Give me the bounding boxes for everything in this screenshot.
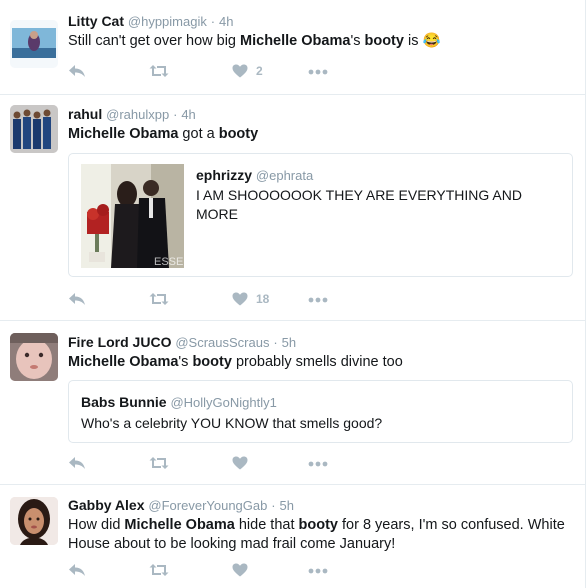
separator-dot: · bbox=[173, 107, 178, 122]
tweet-text: Michelle Obama's booty probably smells d… bbox=[68, 353, 573, 372]
more-icon bbox=[308, 461, 328, 467]
quoted-tweet-text: Who's a celebrity YOU KNOW that smells g… bbox=[81, 415, 383, 431]
timestamp[interactable]: 4h bbox=[219, 14, 233, 29]
quoted-username[interactable]: @ephrata bbox=[256, 168, 313, 183]
avatar[interactable] bbox=[10, 20, 58, 68]
tweet-header: Gabby Alex @ForeverYoungGab · 5h bbox=[68, 496, 573, 514]
text-segment: 's bbox=[350, 33, 365, 49]
quoted-tweet[interactable]: ESSE ephrizzy @ephrata I AM SHOOOOOOK TH… bbox=[68, 153, 573, 277]
quoted-tweet-header: Babs Bunnie @HollyGoNightly1 bbox=[81, 393, 562, 411]
tweet-header: Fire Lord JUCO @ScrausScraus · 5h bbox=[68, 333, 573, 351]
highlight-term: Michelle Obama bbox=[124, 517, 235, 533]
like-button[interactable] bbox=[232, 563, 256, 577]
tweet-feed: Litty Cat @hyppimagik · 4h Still can't g… bbox=[0, 0, 586, 588]
quoted-display-name[interactable]: Babs Bunnie bbox=[81, 394, 167, 410]
quoted-tweet-header: ephrizzy @ephrata bbox=[196, 166, 562, 184]
retweet-button[interactable] bbox=[149, 64, 169, 78]
highlight-term: booty bbox=[192, 354, 232, 370]
display-name[interactable]: Fire Lord JUCO bbox=[68, 334, 171, 350]
like-button[interactable]: 18 bbox=[232, 292, 269, 306]
tweet[interactable]: Litty Cat @hyppimagik · 4h Still can't g… bbox=[0, 0, 585, 95]
like-count: 18 bbox=[256, 292, 270, 306]
highlight-term: booty bbox=[218, 126, 259, 142]
quoted-username[interactable]: @HollyGoNightly1 bbox=[170, 395, 276, 410]
reply-icon bbox=[69, 457, 85, 469]
laughing-emoji: 😂 bbox=[422, 33, 441, 49]
more-button[interactable] bbox=[308, 461, 328, 467]
reply-icon bbox=[69, 293, 85, 305]
avatar[interactable] bbox=[10, 105, 58, 153]
retweet-icon bbox=[149, 293, 169, 305]
text-segment: hide that bbox=[234, 517, 299, 533]
username[interactable]: @ScrausScraus bbox=[175, 335, 269, 350]
heart-icon bbox=[232, 456, 248, 470]
timestamp[interactable]: 5h bbox=[282, 335, 296, 350]
quoted-display-name[interactable]: ephrizzy bbox=[196, 167, 252, 183]
retweet-icon bbox=[149, 564, 169, 576]
heart-icon bbox=[232, 563, 248, 577]
tweet[interactable]: rahul @rahulxpp · 4h Michelle Obama got … bbox=[0, 95, 585, 321]
like-button[interactable] bbox=[232, 456, 256, 470]
more-button[interactable] bbox=[308, 568, 328, 574]
separator-dot: · bbox=[271, 498, 276, 513]
tweet-text: Michelle Obama got a booty bbox=[68, 125, 573, 144]
more-icon bbox=[308, 297, 328, 303]
heart-icon bbox=[232, 64, 248, 78]
retweet-button[interactable] bbox=[149, 456, 169, 470]
display-name[interactable]: Gabby Alex bbox=[68, 497, 145, 513]
text-segment: How did bbox=[68, 517, 125, 533]
tweet-text: Still can't get over how big Michelle Ob… bbox=[68, 32, 573, 51]
more-button[interactable] bbox=[308, 69, 328, 75]
avatar[interactable] bbox=[10, 497, 58, 545]
text-segment: probably smells divine too bbox=[231, 354, 403, 370]
like-count: 2 bbox=[256, 64, 263, 78]
display-name[interactable]: Litty Cat bbox=[68, 13, 124, 29]
reply-button[interactable] bbox=[68, 64, 86, 78]
timestamp[interactable]: 4h bbox=[181, 107, 195, 122]
text-segment: 's bbox=[178, 354, 193, 370]
highlight-term: Michelle Obama bbox=[240, 33, 351, 49]
photo-watermark: ESSE bbox=[154, 256, 183, 268]
separator-dot: · bbox=[273, 335, 278, 350]
highlight-term: Michelle Obama bbox=[68, 354, 179, 370]
timestamp[interactable]: 5h bbox=[280, 498, 294, 513]
username[interactable]: @rahulxpp bbox=[106, 107, 169, 122]
tweet[interactable]: Gabby Alex @ForeverYoungGab · 5h How did… bbox=[0, 485, 585, 588]
text-segment: is bbox=[403, 33, 423, 49]
highlight-term: Michelle Obama bbox=[68, 126, 179, 142]
reply-button[interactable] bbox=[68, 292, 86, 306]
retweet-icon bbox=[149, 65, 169, 77]
quoted-tweet-text: I AM SHOOOOOOK THEY ARE EVERYTHING AND M… bbox=[196, 187, 522, 222]
reply-icon bbox=[69, 65, 85, 77]
retweet-icon bbox=[149, 457, 169, 469]
tweet-header: Litty Cat @hyppimagik · 4h bbox=[68, 12, 573, 30]
retweet-button[interactable] bbox=[149, 563, 169, 577]
tweet-header: rahul @rahulxpp · 4h bbox=[68, 105, 573, 123]
reply-button[interactable] bbox=[68, 456, 86, 470]
more-icon bbox=[308, 69, 328, 75]
quoted-tweet-photo[interactable]: ESSE bbox=[81, 164, 184, 268]
username[interactable]: @hyppimagik bbox=[128, 14, 207, 29]
tweet-text: How did Michelle Obama hide that booty f… bbox=[68, 516, 573, 554]
separator-dot: · bbox=[210, 14, 216, 29]
more-icon bbox=[308, 568, 328, 574]
username[interactable]: @ForeverYoungGab bbox=[148, 498, 267, 513]
more-button[interactable] bbox=[308, 297, 328, 303]
like-button[interactable]: 2 bbox=[232, 64, 263, 78]
heart-icon bbox=[232, 292, 248, 306]
avatar[interactable] bbox=[10, 333, 58, 381]
reply-icon bbox=[69, 564, 85, 576]
highlight-term: booty bbox=[364, 33, 404, 49]
display-name[interactable]: rahul bbox=[68, 106, 102, 122]
reply-button[interactable] bbox=[68, 563, 86, 577]
quoted-tweet[interactable]: Babs Bunnie @HollyGoNightly1 Who's a cel… bbox=[68, 380, 573, 443]
retweet-button[interactable] bbox=[149, 292, 169, 306]
text-segment: got a bbox=[178, 126, 219, 142]
tweet[interactable]: Fire Lord JUCO @ScrausScraus · 5h Michel… bbox=[0, 321, 585, 485]
highlight-term: booty bbox=[298, 517, 338, 533]
text-segment: Still can't get over how big bbox=[68, 33, 241, 49]
